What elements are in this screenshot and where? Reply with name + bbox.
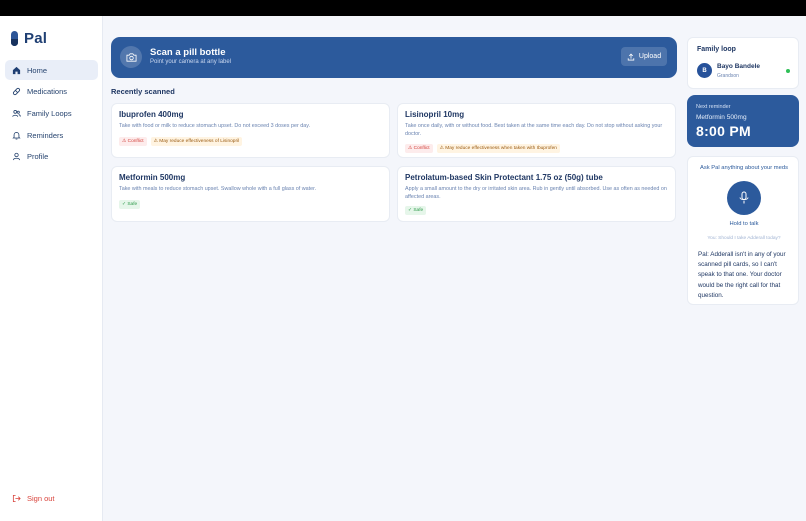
safe-badge: ✓ Safe xyxy=(119,199,141,209)
warning-badge: ⚠ May reduce effectiveness when taken wi… xyxy=(436,143,560,153)
ask-pal-title: Ask Pal anything about your meds xyxy=(700,165,788,171)
sidebar-item-label: Medications xyxy=(27,87,68,97)
sidebar-item-reminders[interactable]: Reminders xyxy=(5,125,98,145)
sidebar-item-label: Profile xyxy=(27,152,49,162)
hold-to-talk-label: Hold to talk xyxy=(729,221,759,227)
pill-icon xyxy=(12,88,21,96)
scan-subtitle: Point your camera at any label xyxy=(150,59,232,65)
scan-title: Scan a pill bottle xyxy=(150,47,226,58)
medication-card-ibuprofen[interactable]: Ibuprofen 400mg Take with food or milk t… xyxy=(111,103,390,158)
card-description: Take once daily, with or without food. B… xyxy=(405,123,663,137)
medication-card-skin-protectant[interactable]: Petrolatum-based Skin Protectant 1.75 oz… xyxy=(397,166,676,222)
sidebar-nav: Home Medications Family Loops Reminders … xyxy=(5,60,98,168)
family-loop-title: Family loop xyxy=(697,46,736,53)
bell-icon xyxy=(12,131,21,140)
card-description: Apply a small amount to the dry or irrit… xyxy=(405,186,667,200)
user-icon xyxy=(12,153,21,161)
sidebar-item-home[interactable]: Home xyxy=(5,60,98,80)
sidebar-item-medications[interactable]: Medications xyxy=(5,82,98,102)
card-tags: ⚠ Conflict ⚠ May reduce effectiveness wh… xyxy=(405,143,668,153)
sidebar: Pal Home Medications Family Loops Remind… xyxy=(0,16,103,521)
microphone-icon xyxy=(739,191,749,204)
card-title: Metformin 500mg xyxy=(119,173,186,182)
family-loop-panel: Family loop B Bayo Bandele Grandson xyxy=(687,37,799,89)
card-tags: ✓ Safe xyxy=(405,205,668,215)
ask-pal-panel: Ask Pal anything about your meds Hold to… xyxy=(687,156,799,305)
card-tags: ⚠ Conflict ⚠ May reduce effectiveness of… xyxy=(119,136,382,146)
reminder-time: 8:00 PM xyxy=(696,123,752,139)
member-role: Grandson xyxy=(717,73,739,79)
safe-badge: ✓ Safe xyxy=(405,205,427,215)
users-icon xyxy=(12,109,21,117)
sidebar-item-label: Reminders xyxy=(27,130,64,140)
top-bar xyxy=(0,0,806,16)
sign-out-icon xyxy=(12,494,21,503)
medication-card-metformin[interactable]: Metformin 500mg Take with meals to reduc… xyxy=(111,166,390,222)
camera-icon xyxy=(120,46,142,68)
warning-badge: ⚠ May reduce effectiveness of Lisinopril xyxy=(150,136,243,146)
pal-reply: Pal: Adderall isn't in any of your scann… xyxy=(698,251,786,299)
card-title: Lisinopril 10mg xyxy=(405,110,465,119)
avatar[interactable]: B xyxy=(697,63,712,78)
medication-card-lisinopril[interactable]: Lisinopril 10mg Take once daily, with or… xyxy=(397,103,676,158)
brand-name: Pal xyxy=(24,30,48,47)
home-icon xyxy=(12,66,21,74)
conflict-badge: ⚠ Conflict xyxy=(119,136,147,146)
next-reminder-card[interactable]: Next reminder Metformin 500mg 8:00 PM xyxy=(687,95,799,147)
sign-out-button[interactable]: Sign out xyxy=(12,494,55,503)
card-description: Take with food or milk to reduce stomach… xyxy=(119,123,311,129)
upload-label: Upload xyxy=(638,53,662,60)
sidebar-item-label: Family Loops xyxy=(27,108,72,118)
card-description: Take with meals to reduce stomach upset.… xyxy=(119,186,317,192)
card-title: Ibuprofen 400mg xyxy=(119,110,184,119)
card-tags: ✓ Safe xyxy=(119,199,382,209)
sidebar-item-family-loops[interactable]: Family Loops xyxy=(5,103,98,123)
reminder-label: Next reminder xyxy=(696,104,731,110)
pill-logo-icon xyxy=(11,31,18,46)
upload-icon xyxy=(627,53,635,60)
sign-out-label: Sign out xyxy=(27,494,55,503)
recently-scanned-heading: Recently scanned xyxy=(111,87,175,96)
brand[interactable]: Pal xyxy=(11,30,47,47)
online-status-indicator xyxy=(786,69,790,73)
user-question: You: Should I take Adderall today? xyxy=(707,236,781,241)
conflict-badge: ⚠ Conflict xyxy=(405,143,433,153)
sidebar-item-label: Home xyxy=(27,65,48,75)
hold-to-talk-button[interactable] xyxy=(727,181,761,215)
sidebar-item-profile[interactable]: Profile xyxy=(5,147,98,167)
reminder-medication: Metformin 500mg xyxy=(696,114,747,121)
card-title: Petrolatum-based Skin Protectant 1.75 oz… xyxy=(405,173,603,182)
scan-banner[interactable]: Scan a pill bottle Point your camera at … xyxy=(111,37,677,78)
member-name[interactable]: Bayo Bandele xyxy=(717,63,760,70)
upload-button[interactable]: Upload xyxy=(621,47,667,66)
